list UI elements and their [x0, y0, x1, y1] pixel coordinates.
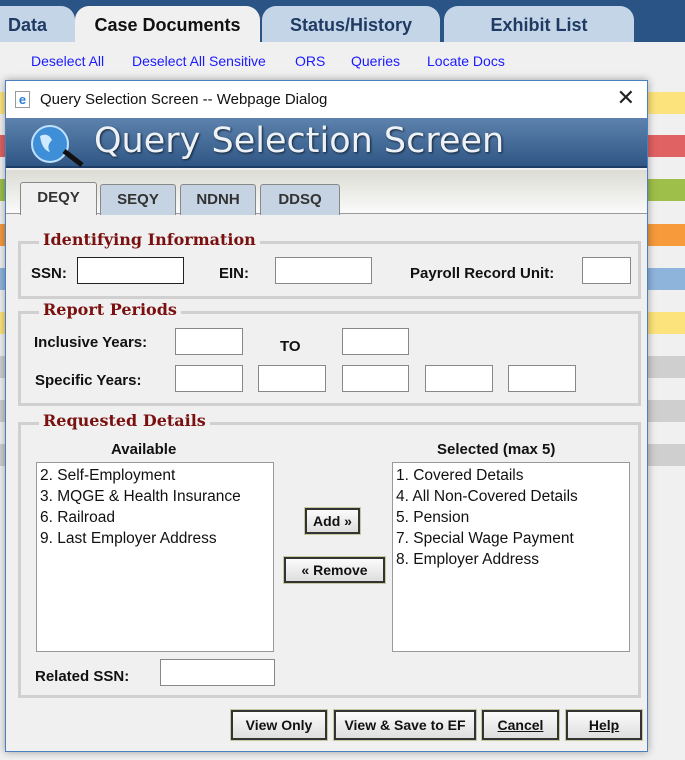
- requested-details-section: Requested Details Available Selected (ma…: [18, 411, 641, 698]
- specific-year-input-2[interactable]: [258, 365, 326, 392]
- add-button[interactable]: Add »: [304, 507, 361, 535]
- tab-ddsq[interactable]: DDSQ: [260, 184, 340, 215]
- list-item[interactable]: 7. Special Wage Payment: [396, 528, 626, 549]
- list-item[interactable]: 8. Employer Address: [396, 549, 626, 570]
- list-item[interactable]: 2. Self-Employment: [40, 465, 270, 486]
- identifying-information-section: Identifying Information SSN: EIN: Payrol…: [18, 230, 641, 299]
- inclusive-year-from-input[interactable]: [175, 328, 243, 355]
- query-tabs: DEQY SEQY NDNH DDSQ: [6, 170, 647, 215]
- payroll-record-unit-input[interactable]: [582, 257, 631, 284]
- section-legend: Report Periods: [39, 300, 181, 319]
- app-tab-bar: Data Case Documents Status/History Exhib…: [0, 0, 685, 42]
- ors-link[interactable]: ORS: [295, 53, 325, 69]
- deselect-all-link[interactable]: Deselect All: [31, 53, 104, 69]
- list-item[interactable]: 1. Covered Details: [396, 465, 626, 486]
- section-legend: Identifying Information: [39, 230, 260, 249]
- tab-case-documents[interactable]: Case Documents: [75, 6, 260, 42]
- specific-year-input-4[interactable]: [425, 365, 493, 392]
- ssn-input[interactable]: [77, 257, 184, 284]
- inclusive-year-to-input[interactable]: [342, 328, 409, 355]
- available-list[interactable]: 2. Self-Employment 3. MQGE & Health Insur…: [36, 462, 274, 652]
- dialog-title: Query Selection Screen -- Webpage Dialog: [40, 91, 328, 108]
- tab-deqy[interactable]: DEQY: [20, 182, 97, 215]
- list-item[interactable]: 5. Pension: [396, 507, 626, 528]
- tab-seqy[interactable]: SEQY: [100, 184, 176, 215]
- ssn-label: SSN:: [31, 265, 67, 282]
- section-legend: Requested Details: [39, 411, 210, 430]
- globe-magnifier-icon: [31, 125, 84, 167]
- specific-year-input-3[interactable]: [342, 365, 409, 392]
- list-item[interactable]: 6. Railroad: [40, 507, 270, 528]
- to-label: TO: [280, 338, 301, 355]
- banner-title: Query Selection Screen: [94, 121, 505, 161]
- tab-data[interactable]: Data: [0, 6, 75, 42]
- remove-button[interactable]: « Remove: [283, 556, 386, 584]
- ein-label: EIN:: [219, 265, 249, 282]
- deselect-all-sensitive-link[interactable]: Deselect All Sensitive: [132, 53, 266, 69]
- dialog-title-bar: e Query Selection Screen -- Webpage Dial…: [6, 81, 647, 118]
- report-periods-section: Report Periods Inclusive Years: TO Speci…: [18, 300, 641, 406]
- list-item[interactable]: 3. MQGE & Health Insurance: [40, 486, 270, 507]
- related-ssn-label: Related SSN:: [35, 668, 130, 685]
- queries-link[interactable]: Queries: [351, 53, 400, 69]
- tab-ndnh[interactable]: NDNH: [180, 184, 256, 215]
- specific-year-input-5[interactable]: [508, 365, 576, 392]
- cancel-button[interactable]: Cancel: [481, 709, 560, 741]
- view-save-button[interactable]: View & Save to EF: [333, 709, 477, 741]
- selected-label: Selected (max 5): [437, 441, 556, 458]
- tab-exhibit-list[interactable]: Exhibit List: [444, 6, 634, 42]
- payroll-record-unit-label: Payroll Record Unit:: [410, 265, 555, 282]
- close-icon[interactable]: ✕: [617, 85, 635, 111]
- inclusive-years-label: Inclusive Years:: [34, 334, 148, 351]
- query-selection-dialog: e Query Selection Screen -- Webpage Dial…: [5, 80, 648, 752]
- view-only-button[interactable]: View Only: [230, 709, 328, 741]
- locate-docs-link[interactable]: Locate Docs: [427, 53, 505, 69]
- ie-page-icon: e: [15, 91, 30, 108]
- tab-status-history[interactable]: Status/History: [262, 6, 440, 42]
- help-button[interactable]: Help: [565, 709, 643, 741]
- banner: Query Selection Screen: [6, 118, 647, 168]
- available-label: Available: [111, 441, 177, 458]
- selected-list[interactable]: 1. Covered Details 4. All Non-Covered Det…: [392, 462, 630, 652]
- list-item[interactable]: 4. All Non-Covered Details: [396, 486, 626, 507]
- related-ssn-input[interactable]: [160, 659, 275, 686]
- specific-years-label: Specific Years:: [35, 372, 142, 389]
- list-item[interactable]: 9. Last Employer Address: [40, 528, 270, 549]
- ein-input[interactable]: [275, 257, 372, 284]
- specific-year-input-1[interactable]: [175, 365, 243, 392]
